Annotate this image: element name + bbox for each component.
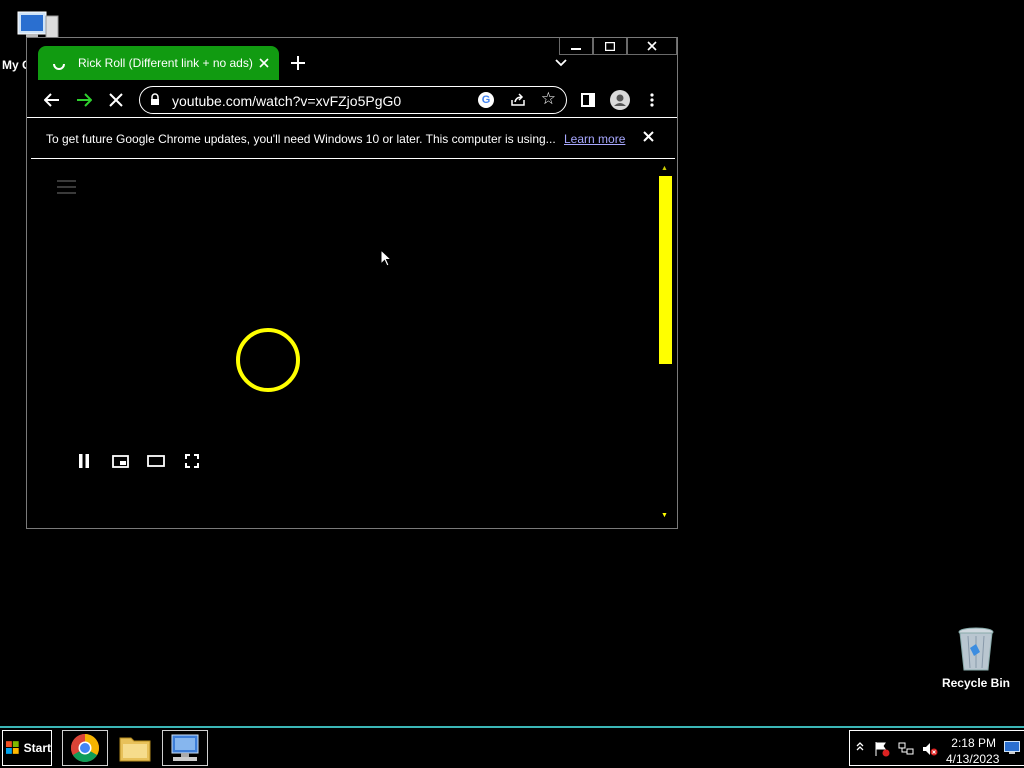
forward-button[interactable] [73,89,95,111]
recycle-bin-icon [956,626,996,672]
address-text: youtube.com/watch?v=xvFZjo5PgG0 [172,93,402,109]
pause-button[interactable] [75,452,93,470]
browser-toolbar: youtube.com/watch?v=xvFZjo5PgG0 G ☆ [27,82,677,118]
tab-search-button[interactable] [555,54,567,72]
kebab-menu-icon [650,93,654,107]
chrome-window: Rick Roll (Different link + no ads) - Y [26,37,678,529]
fullscreen-icon [185,454,199,468]
lock-icon [151,93,159,105]
tab-title: Rick Roll (Different link + no ads) - Y [78,56,253,70]
chevron-down-icon [555,59,567,67]
pause-icon [79,454,89,468]
share-button[interactable] [510,92,526,112]
bookmark-star-icon[interactable]: ☆ [541,89,556,109]
maximize-button[interactable] [593,38,627,55]
remote-desktop-icon [171,734,199,761]
close-icon [643,131,654,142]
google-lens-icon[interactable]: G [478,92,494,108]
address-bar[interactable]: youtube.com/watch?v=xvFZjo5PgG0 G ☆ [139,86,567,114]
desktop: My C Recycle Bin Rick Roll (Different li… [0,0,1024,726]
windows-logo-icon [6,741,19,754]
show-hidden-icons-button[interactable] [856,740,864,759]
share-icon [511,93,525,106]
video-loading-spinner [236,328,300,392]
recycle-bin-shortcut[interactable]: Recycle Bin [936,626,1016,690]
chrome-menu-button[interactable] [641,89,663,111]
fullscreen-button[interactable] [183,452,201,470]
side-panel-button[interactable] [577,89,599,111]
loading-spinner-icon [53,63,65,70]
update-infobar: To get future Google Chrome updates, you… [31,119,675,159]
minimize-icon [571,48,581,50]
chevron-up-icon [856,742,864,751]
scroll-up-arrow-icon[interactable]: ▲ [661,165,668,172]
close-icon [109,93,123,107]
scrollbar-thumb[interactable] [659,176,672,364]
network-icon[interactable] [898,741,914,762]
video-controls [75,452,201,470]
arrow-left-icon [44,93,59,107]
taskbar-clock[interactable]: 2:18 PM 4/13/2023 [946,735,1000,767]
infobar-message: To get future Google Chrome updates, you… [46,132,556,146]
show-desktop-button[interactable] [1004,741,1020,760]
folder-icon [119,737,151,762]
taskbar-file-explorer[interactable] [112,730,158,766]
window-controls [559,38,677,56]
page-content: ▲ ▼ [27,160,677,528]
guide-menu-button[interactable] [57,180,76,198]
clock-date: 4/13/2023 [946,752,1000,766]
volume-muted-icon[interactable] [922,741,938,762]
browser-tab[interactable]: Rick Roll (Different link + no ads) - Y [38,46,279,80]
arrow-right-icon [77,93,92,107]
side-panel-icon [581,93,595,107]
close-icon [647,41,657,51]
theater-mode-button[interactable] [147,452,165,470]
taskbar-chrome[interactable] [62,730,108,766]
start-button[interactable]: Start [2,730,52,766]
miniplayer-icon [111,454,129,468]
avatar-icon [610,90,630,110]
system-tray: 2:18 PM 4/13/2023 [849,730,1024,766]
taskbar: Start 2:18 PM 4/13/2023 [0,726,1024,768]
close-icon [259,58,269,68]
profile-button[interactable] [609,89,631,111]
taskbar-remote-desktop[interactable] [162,730,208,766]
tab-close-button[interactable] [259,55,269,71]
action-center-flag-icon[interactable] [874,741,890,762]
stop-loading-button[interactable] [105,89,127,111]
window-close-button[interactable] [627,38,677,55]
recycle-bin-label: Recycle Bin [941,676,1011,690]
mouse-cursor-icon [380,249,392,267]
new-tab-button[interactable] [291,50,305,76]
clock-time: 2:18 PM [951,736,996,750]
start-label: Start [23,741,51,755]
scroll-down-arrow-icon[interactable]: ▼ [661,512,668,519]
plus-icon [291,56,305,70]
show-desktop-icon [1004,741,1020,754]
infobar-close-button[interactable] [643,129,654,147]
learn-more-link[interactable]: Learn more [564,132,625,146]
back-button[interactable] [41,89,63,111]
chrome-icon [71,734,99,762]
minimize-button[interactable] [559,38,593,55]
miniplayer-button[interactable] [111,452,129,470]
theater-mode-icon [147,455,165,467]
maximize-icon [605,41,615,51]
